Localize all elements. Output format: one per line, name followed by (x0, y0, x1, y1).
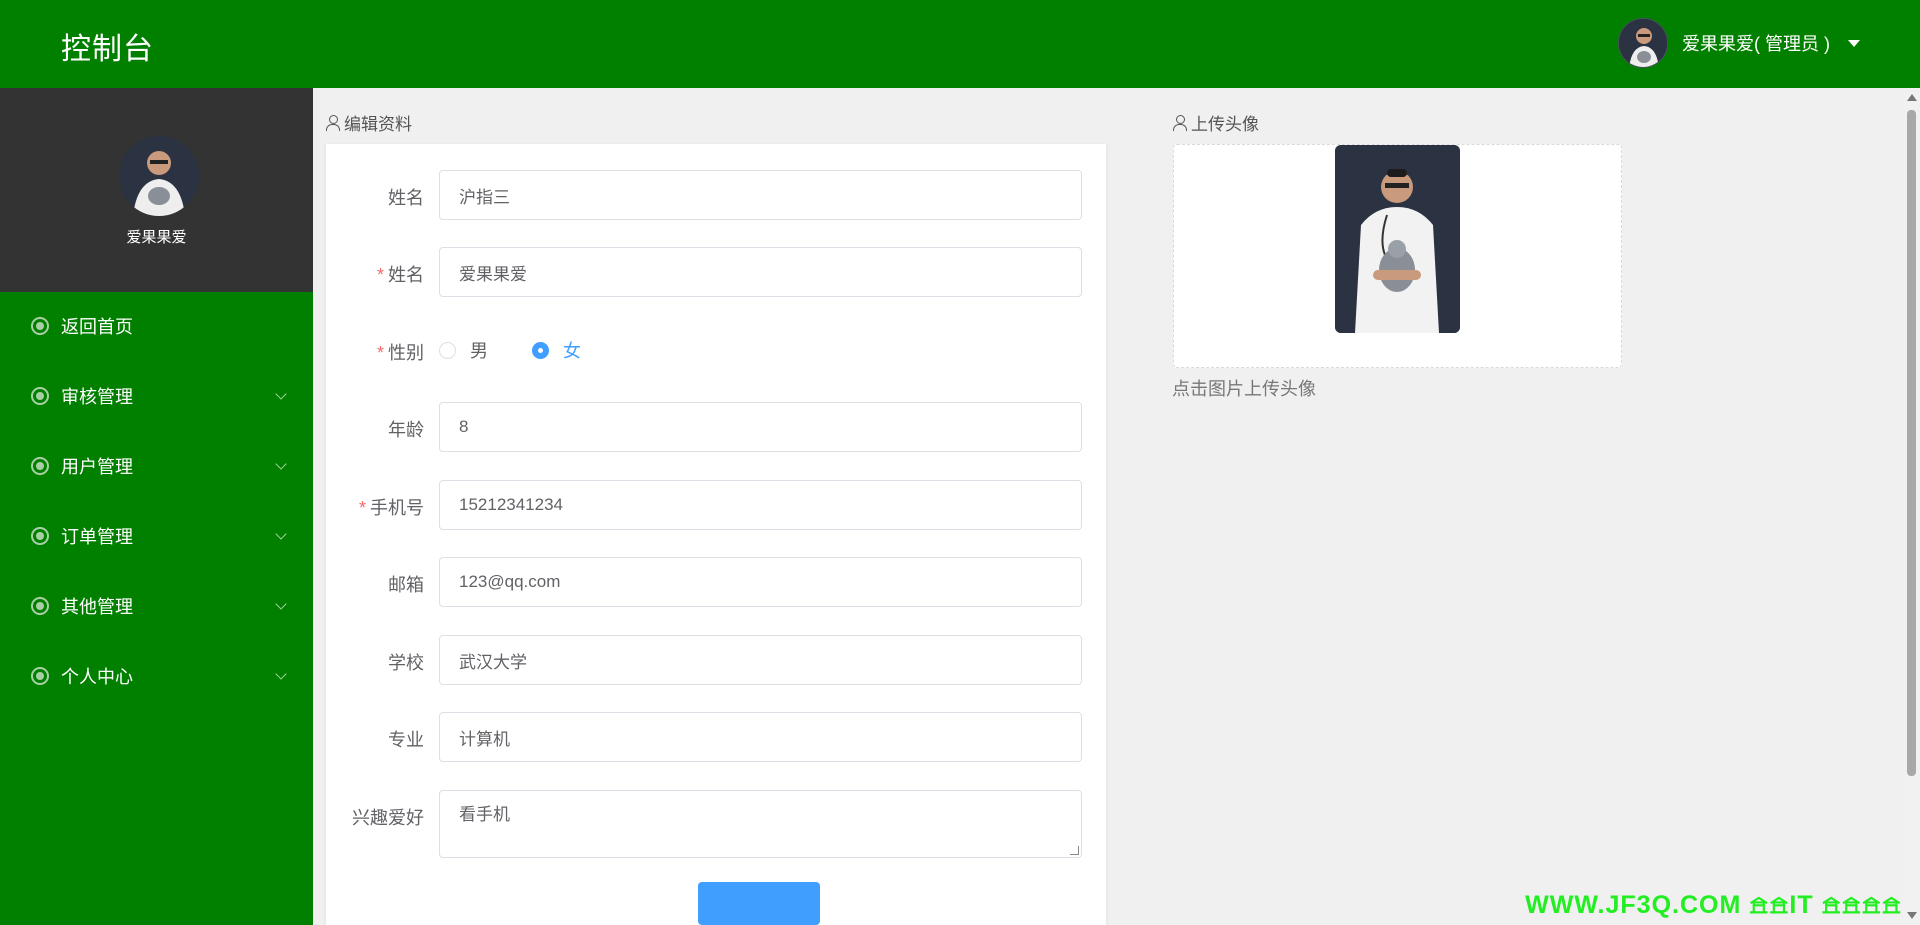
form-row-school: 学校 武汉大学 (326, 635, 1106, 685)
chevron-down-icon (275, 528, 287, 540)
profile-name: 爱果果爱 (126, 229, 187, 246)
circle-icon (31, 457, 49, 475)
major-label: 专业 (388, 730, 424, 750)
scrollbar-thumb[interactable] (1907, 110, 1916, 776)
age-label: 年龄 (388, 420, 424, 440)
user-icon (326, 114, 340, 131)
form-row-email: 邮箱 123@qq.com (326, 557, 1106, 607)
sidebar-item-review[interactable]: 审核管理 (0, 366, 313, 426)
submit-button[interactable] (698, 882, 820, 925)
sidebar-item-label: 个人中心 (61, 667, 133, 687)
circle-icon (31, 527, 49, 545)
watermark: WWW.JF3Q.COM 𖠿𖠿IT 𖠿𖠿𖠿𖠿 (1525, 891, 1902, 919)
user-avatar[interactable] (1618, 18, 1668, 68)
top-bar: 控制台 爱果果爱( 管理员 ) (0, 0, 1920, 88)
gender-radio-male[interactable]: 男 (439, 337, 488, 363)
form-row-hobby: 兴趣爱好 看手机 (326, 790, 1106, 858)
sidebar-item-other[interactable]: 其他管理 (0, 576, 313, 636)
sidebar-profile: 爱果果爱 (0, 88, 313, 292)
form-row-username: 姓名 沪指三 (326, 170, 1106, 220)
edit-profile-title: 编辑资料 (326, 110, 412, 135)
school-input[interactable]: 武汉大学 (439, 635, 1082, 685)
sidebar-item-label: 订单管理 (61, 527, 133, 547)
school-label: 学校 (388, 653, 424, 673)
gender-radio-group: 男 女 (439, 337, 581, 363)
circle-icon (31, 317, 49, 335)
sidebar: 爱果果爱 返回首页 审核管理 用户管理 订单管理 其他管理 个人中心 (0, 88, 313, 925)
sidebar-item-personal-center[interactable]: 个人中心 (0, 646, 313, 706)
phone-input[interactable]: 15212341234 (439, 480, 1082, 530)
scroll-down-arrow-icon[interactable] (1907, 912, 1917, 919)
username-input[interactable]: 沪指三 (439, 170, 1082, 220)
profile-avatar (119, 136, 199, 216)
form-row-gender: * 性别 男 女 (326, 325, 1106, 375)
sidebar-item-users[interactable]: 用户管理 (0, 436, 313, 496)
user-icon (1173, 114, 1187, 131)
circle-icon (31, 667, 49, 685)
upload-hint: 点击图片上传头像 (1172, 379, 1316, 399)
user-menu[interactable]: 爱果果爱( 管理员 ) (1618, 18, 1860, 68)
user-label[interactable]: 爱果果爱( 管理员 ) (1682, 30, 1830, 56)
sidebar-item-label: 用户管理 (61, 457, 133, 477)
chevron-down-icon (275, 458, 287, 470)
sidebar-item-label: 审核管理 (61, 387, 133, 407)
caret-down-icon[interactable] (1848, 39, 1860, 47)
edit-profile-form: 姓名 沪指三 * 姓名 爱果果爱 * 性别 男 女 年龄 8 * 手机号 152123… (326, 144, 1106, 925)
radio-checked-icon[interactable] (532, 341, 549, 359)
form-row-major: 专业 计算机 (326, 712, 1106, 762)
gender-label: * 性别 (376, 343, 424, 363)
circle-icon (31, 387, 49, 405)
page-scrollbar[interactable] (1903, 88, 1920, 925)
sidebar-item-label: 返回首页 (61, 317, 133, 337)
upload-avatar-title: 上传头像 (1173, 110, 1259, 135)
email-label: 邮箱 (388, 575, 424, 595)
sidebar-item-label: 其他管理 (61, 597, 133, 617)
scroll-up-arrow-icon[interactable] (1907, 94, 1917, 101)
chevron-down-icon (275, 668, 287, 680)
name-input[interactable]: 爱果果爱 (439, 247, 1082, 297)
avatar-preview-image[interactable] (1335, 145, 1460, 333)
hobby-label: 兴趣爱好 (352, 808, 424, 828)
name-label: * 姓名 (376, 265, 424, 285)
form-row-phone: * 手机号 15212341234 (326, 480, 1106, 530)
form-row-name: * 姓名 爱果果爱 (326, 247, 1106, 297)
gender-radio-female[interactable]: 女 (532, 337, 581, 363)
age-input[interactable]: 8 (439, 402, 1082, 452)
resize-handle-icon[interactable] (1070, 846, 1079, 855)
circle-icon (31, 597, 49, 615)
form-row-age: 年龄 8 (326, 402, 1106, 452)
sidebar-item-home[interactable]: 返回首页 (0, 296, 313, 356)
avatar-upload-area[interactable] (1173, 144, 1622, 368)
chevron-down-icon (275, 388, 287, 400)
major-input[interactable]: 计算机 (439, 712, 1082, 762)
chevron-down-icon (275, 598, 287, 610)
radio-circle-icon[interactable] (439, 341, 456, 359)
app-title: 控制台 (61, 33, 154, 66)
username-label: 姓名 (388, 188, 424, 208)
hobby-textarea[interactable]: 看手机 (439, 790, 1082, 858)
phone-label: * 手机号 (358, 498, 424, 518)
email-input[interactable]: 123@qq.com (439, 557, 1082, 607)
sidebar-item-orders[interactable]: 订单管理 (0, 506, 313, 566)
